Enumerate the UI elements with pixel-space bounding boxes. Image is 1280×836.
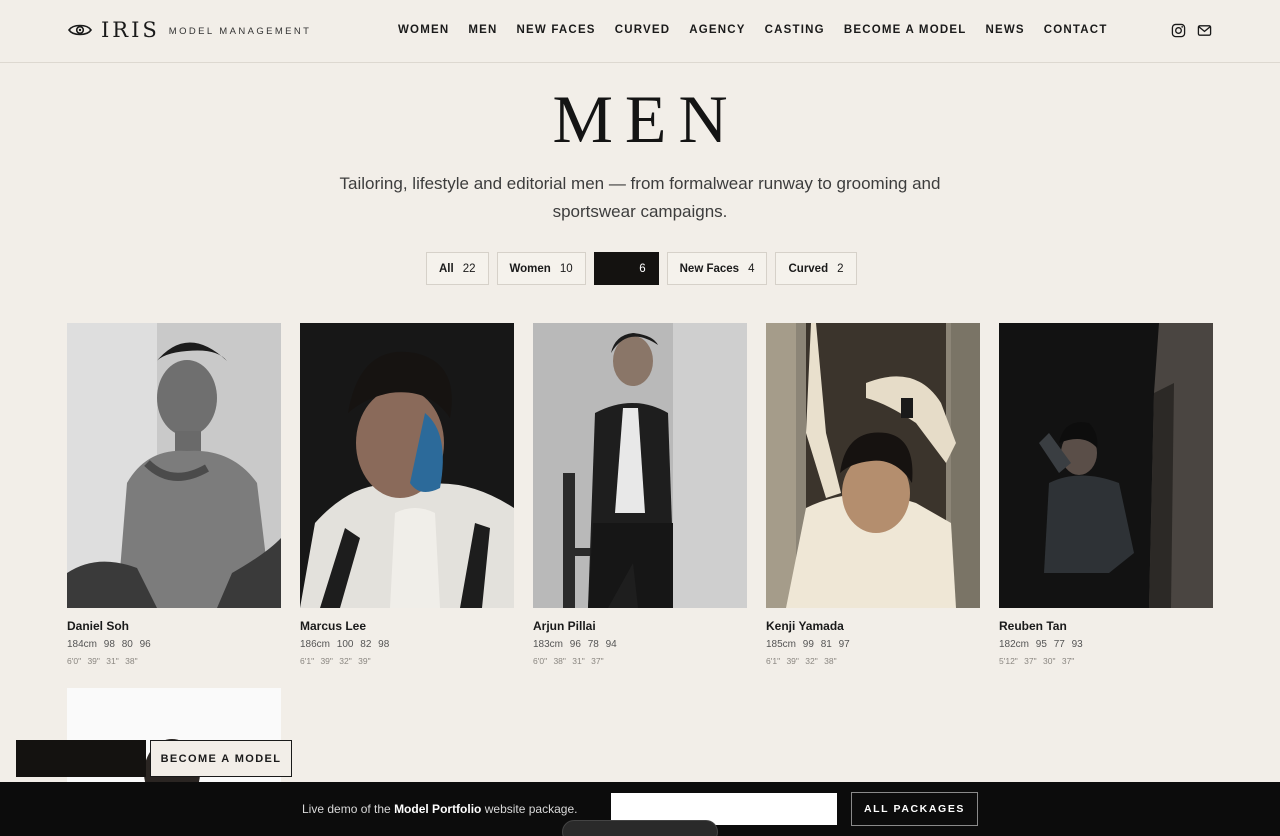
main-nav: WOMEN MEN NEW FACES CURVED AGENCY CASTIN… [398, 24, 1127, 36]
mail-icon[interactable] [1197, 23, 1212, 38]
demo-text-after: website package. [481, 802, 578, 816]
floating-dark-button[interactable] [16, 740, 146, 777]
instagram-icon[interactable] [1171, 23, 1186, 38]
model-photo[interactable] [533, 323, 747, 608]
category-filters: All 22 Women 10 6 New Faces 4 Curved 2 [426, 252, 865, 285]
model-photo[interactable] [766, 323, 980, 608]
model-measurements-imperial: 6'1" 39" 32" 38" [766, 656, 837, 666]
demo-message: Live demo of the Model Portfolio website… [302, 802, 577, 816]
social-icons [1160, 23, 1212, 38]
model-card[interactable]: Reuben Tan 182cm 95 77 93 5'12" 37" 30" … [999, 323, 1213, 666]
filter-count: 22 [462, 262, 476, 275]
nav-men[interactable]: MEN [468, 24, 497, 36]
filter-count: 2 [837, 262, 844, 275]
model-measurements-imperial: 6'0" 39" 31" 38" [67, 656, 138, 666]
model-card[interactable]: Kenji Yamada 185cm 99 81 97 6'1" 39" 32"… [766, 323, 980, 666]
nav-curved[interactable]: CURVED [615, 24, 671, 36]
demo-package-name: Model Portfolio [394, 802, 482, 816]
become-a-model-button[interactable]: BECOME A MODEL [150, 740, 292, 777]
nav-become-a-model[interactable]: BECOME A MODEL [844, 24, 967, 36]
model-name[interactable]: Daniel Soh [67, 619, 281, 633]
all-packages-button[interactable]: ALL PACKAGES [851, 792, 978, 826]
model-name[interactable]: Kenji Yamada [766, 619, 980, 633]
model-measurements-metric: 183cm 96 78 94 [533, 639, 617, 650]
logo-subtitle: MODEL MANAGEMENT [168, 25, 312, 37]
model-photo[interactable] [67, 323, 281, 608]
filter-label: All [439, 262, 454, 275]
filter-all[interactable]: All 22 [426, 252, 489, 285]
filter-count: 6 [639, 262, 646, 275]
logo[interactable]: IRIS MODEL MANAGEMENT [68, 18, 311, 42]
model-photo-blue-light [300, 323, 514, 608]
model-photo-shadow [999, 323, 1213, 608]
floating-toolbar[interactable] [562, 820, 718, 836]
filter-label: Curved [788, 262, 829, 275]
eye-icon [68, 24, 92, 36]
filter-label: Women [509, 262, 551, 275]
nav-agency[interactable]: AGENCY [689, 24, 745, 36]
filter-new-faces[interactable]: New Faces 4 [666, 252, 768, 285]
filter-count: 10 [559, 262, 573, 275]
page-title: MEN [552, 81, 740, 157]
model-card[interactable]: Arjun Pillai 183cm 96 78 94 6'0" 38" 31"… [533, 323, 747, 666]
model-measurements-imperial: 5'12" 37" 30" 37" [999, 656, 1075, 666]
filter-count: 4 [748, 262, 755, 275]
model-card[interactable]: Marcus Lee 186cm 100 82 98 6'1" 39" 32" … [300, 323, 514, 666]
page-intro: Tailoring, lifestyle and editorial men —… [339, 174, 941, 221]
demo-text-before: Live demo of the [302, 802, 395, 816]
filter-women[interactable]: Women 10 [496, 252, 586, 285]
model-measurements-metric: 186cm 100 82 98 [300, 639, 390, 650]
model-measurements-metric: 185cm 99 81 97 [766, 639, 850, 650]
filter-label: New Faces [679, 262, 740, 275]
logo-text: IRIS [101, 18, 160, 42]
filter-men-active[interactable]: 6 [593, 252, 659, 285]
model-measurements-metric: 184cm 98 80 96 [67, 639, 151, 650]
nav-women[interactable]: WOMEN [398, 24, 449, 36]
model-photo-bw-figure [67, 323, 281, 608]
model-measurements-imperial: 6'1" 39" 32" 39" [300, 656, 371, 666]
model-photo-doorway [766, 323, 980, 608]
model-measurements-imperial: 6'0" 38" 31" 37" [533, 656, 604, 666]
site-header: IRIS MODEL MANAGEMENT WOMEN MEN NEW FACE… [0, 0, 1280, 63]
model-photo[interactable] [300, 323, 514, 608]
model-photo-seated [533, 323, 747, 608]
nav-news[interactable]: NEWS [985, 24, 1024, 36]
model-name[interactable]: Reuben Tan [999, 619, 1213, 633]
model-name[interactable]: Arjun Pillai [533, 619, 747, 633]
nav-contact[interactable]: CONTACT [1044, 24, 1108, 36]
model-name[interactable]: Marcus Lee [300, 619, 514, 633]
model-photo[interactable] [999, 323, 1213, 608]
model-card[interactable]: Daniel Soh 184cm 98 80 96 6'0" 39" 31" 3… [67, 323, 281, 666]
nav-casting[interactable]: CASTING [765, 24, 825, 36]
model-measurements-metric: 182cm 95 77 93 [999, 639, 1083, 650]
filter-curved[interactable]: Curved 2 [775, 252, 857, 285]
nav-new-faces[interactable]: NEW FACES [517, 24, 596, 36]
